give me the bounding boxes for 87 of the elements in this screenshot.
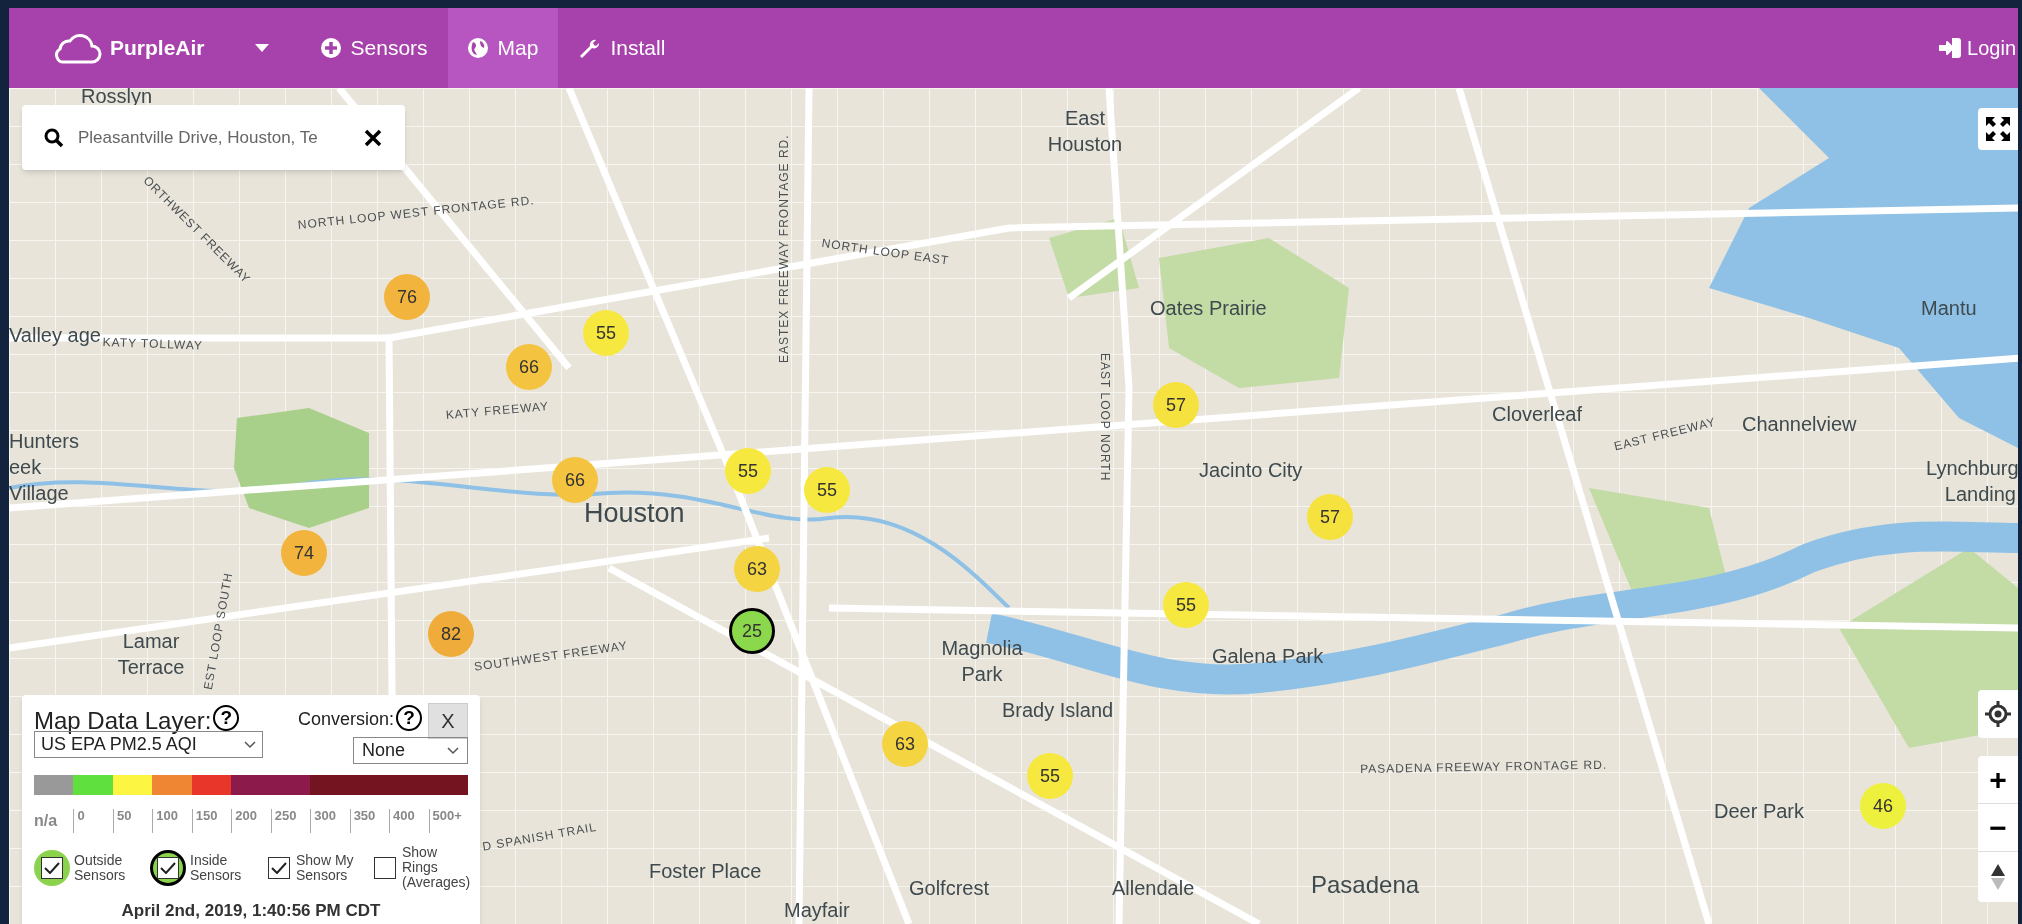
locate-button[interactable] [1978, 690, 2018, 738]
check-icon [160, 861, 176, 874]
road-label: SOUTHWEST FREEWAY [473, 637, 629, 676]
place-label: Mayfair [784, 898, 850, 923]
check-icon [271, 861, 287, 874]
sign-in-icon [1939, 38, 1962, 58]
place-label: Golfcrest [909, 876, 990, 901]
place-label: Brady Island [1002, 698, 1114, 723]
road-label: D SPANISH TRAIL [481, 818, 599, 856]
scale-tick-label: 200 [231, 809, 271, 833]
scale-tick-label: 300 [310, 809, 350, 833]
place-label: Magnolia Park [940, 636, 1024, 687]
caret-icon [254, 44, 269, 52]
place-label: Deer Park [1714, 799, 1805, 824]
scale-tick-label: 100 [152, 809, 192, 833]
place-label: Mantu [1921, 296, 1977, 321]
place-label: Hunters eek Village [9, 429, 81, 506]
up-down-arrows-icon [1991, 864, 2005, 890]
road-label: EAST LOOP NORTH [1097, 353, 1113, 482]
brand-link[interactable]: PurpleAir [9, 8, 223, 88]
help-button[interactable]: ? [213, 705, 240, 731]
road-label: KATY TOLLWAY [102, 334, 204, 355]
brand-name: PurpleAir [110, 35, 205, 62]
road-label: KATY FREEWAY [445, 397, 550, 424]
road-label: NORTH LOOP EAST [820, 235, 951, 270]
place-label: East Houston [1046, 106, 1124, 157]
fullscreen-button[interactable] [1978, 108, 2018, 150]
sensor-toggle[interactable]: Show My Sensors [266, 852, 366, 883]
place-label: Pasadena [1311, 872, 1420, 898]
checkbox[interactable] [374, 856, 396, 879]
plus-circle-icon [320, 38, 341, 58]
close-button[interactable]: X [428, 703, 468, 739]
toggle-label: Show Rings (Averages) [402, 845, 472, 890]
scale-tick-label: 250 [270, 809, 311, 833]
place-label: Oates Prairie [1150, 296, 1267, 321]
scale-tick-label: 400 [389, 809, 429, 833]
login-link[interactable]: Login [1939, 8, 2018, 88]
place-label: Cloverleaf [1492, 402, 1583, 427]
checkbox[interactable] [41, 856, 63, 879]
chevron-down-icon [447, 746, 459, 755]
close-icon[interactable] [363, 127, 383, 148]
scale-tick-label: 500+ [428, 809, 468, 833]
chevron-down-icon [244, 740, 256, 749]
globe-icon [467, 38, 488, 58]
toggle-label: Outside Sensors [74, 852, 127, 883]
checkbox[interactable] [157, 856, 179, 879]
scale-tick-label: n/a [34, 811, 59, 831]
road-label: EST LOOP SOUTH [199, 570, 237, 692]
place-label: Houston [584, 500, 685, 526]
help-button[interactable]: ? [396, 705, 422, 731]
place-label: Channelview [1742, 412, 1857, 437]
place-label: Galena Park [1212, 644, 1324, 669]
place-label: Jacinto City [1199, 458, 1303, 483]
zoom-out-button[interactable]: − [1978, 804, 2018, 852]
expand-arrows-icon [1984, 115, 2012, 143]
sensor-toggle[interactable]: Show Rings (Averages) [372, 845, 472, 890]
place-label: Allendale [1112, 876, 1195, 901]
nav-tab[interactable]: Sensors [300, 8, 448, 88]
place-label: Lynchburg Landing [1926, 456, 2016, 507]
sensor-toggle[interactable]: Inside Sensors [150, 849, 260, 886]
road-label: NORTH LOOP WEST FRONTAGE RD. [297, 192, 536, 234]
crosshair-icon [1985, 701, 2011, 727]
sensor-toggle[interactable]: Outside Sensors [34, 849, 144, 886]
cloud-icon [52, 31, 102, 65]
wrench-icon [578, 37, 601, 59]
nav-tab[interactable]: Install [558, 8, 686, 88]
scale-tick-label: 0 [73, 809, 113, 833]
conversion-select[interactable]: None [353, 737, 468, 764]
scale-tick-label: 350 [349, 809, 390, 833]
place-label: Foster Place [649, 859, 762, 884]
toggle-label: Inside Sensors [190, 852, 243, 883]
place-label: Lamar Terrace [116, 629, 186, 680]
search-icon [44, 127, 64, 148]
zoom-in-button[interactable]: + [1978, 756, 2018, 804]
checkbox[interactable] [268, 856, 290, 879]
scale-tick-label: 50 [112, 809, 153, 833]
toggle-label: Show My Sensors [296, 852, 355, 883]
timestamp: April 2nd, 2019, 1:40:56 PM CDT [120, 900, 382, 922]
road-label: PASADENA FREEWAY FRONTAGE RD. [1360, 756, 1608, 778]
nav-tab[interactable]: Map [447, 8, 559, 88]
check-icon [44, 861, 60, 874]
conversion-label: Conversion: [297, 708, 394, 731]
road-label: EASTEX FREEWAY FRONTAGE RD. [776, 134, 792, 363]
search-field[interactable]: Pleasantville Drive, Houston, Te [78, 124, 349, 151]
search-bar[interactable]: Pleasantville Drive, Houston, Te [22, 105, 405, 170]
scale-tick-label: 150 [191, 809, 232, 833]
place-label: Valley age [9, 323, 101, 348]
